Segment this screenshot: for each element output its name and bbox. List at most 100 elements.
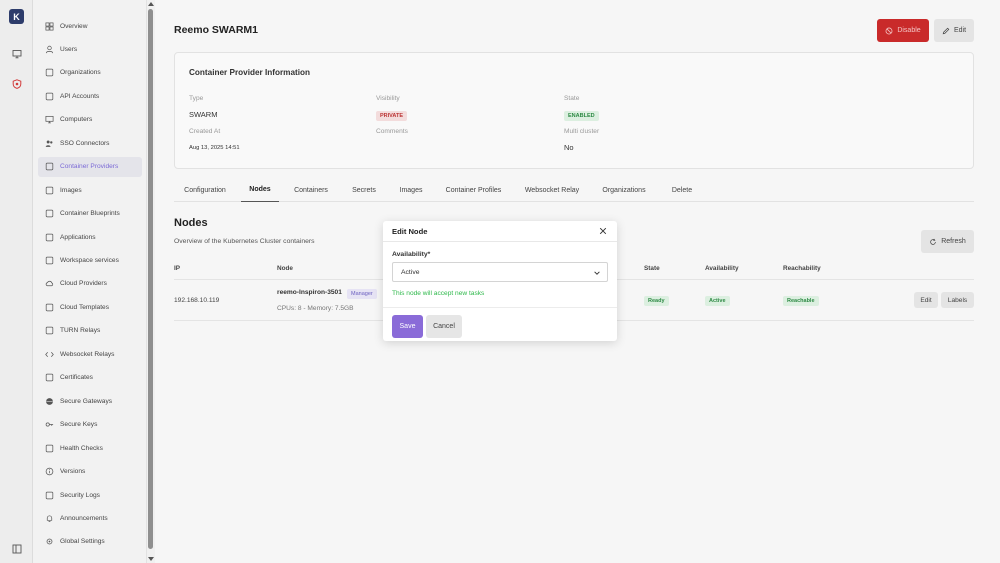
building-icon: [44, 68, 54, 78]
sidebar-item-health-checks[interactable]: Health Checks: [38, 438, 142, 458]
sidebar-item-label: Computers: [60, 116, 93, 124]
save-button[interactable]: Save: [392, 315, 423, 338]
type-value: SWARM: [189, 110, 218, 119]
role-badge: Manager: [347, 289, 377, 299]
card-title: Container Provider Information: [189, 68, 311, 77]
tab-images[interactable]: Images: [392, 178, 430, 202]
tab-configuration[interactable]: Configuration: [174, 178, 236, 202]
sidebar-item-api-accounts[interactable]: API Accounts: [38, 86, 142, 106]
created-label: Created At: [189, 128, 221, 135]
app-logo[interactable]: K: [9, 9, 24, 24]
row-labels-button[interactable]: Labels: [941, 292, 974, 308]
sidebar-item-announcements[interactable]: Announcements: [38, 508, 142, 528]
disable-button[interactable]: Disable: [877, 19, 929, 42]
sidebar-item-label: Container Blueprints: [60, 210, 120, 218]
sidebar-item-label: Users: [60, 45, 78, 53]
nodes-subtitle: Overview of the Kubernetes Cluster conta…: [174, 238, 315, 245]
modal-footer: Save Cancel: [383, 307, 617, 341]
sidebar-item-computers[interactable]: Computers: [38, 110, 142, 130]
sidebar-item-security-logs[interactable]: Security Logs: [38, 485, 142, 505]
globe-icon: [44, 396, 54, 406]
sidebar-item-global-settings[interactable]: Global Settings: [38, 532, 142, 552]
sidebar-item-cloud-templates[interactable]: Cloud Templates: [38, 297, 142, 317]
column-state: State: [644, 265, 660, 272]
column-ip: IP: [174, 265, 181, 272]
sidebar-scrollbar[interactable]: [147, 0, 155, 563]
sidebar-item-turn-relays[interactable]: TURN Relays: [38, 321, 142, 341]
shield-check-icon: [44, 490, 54, 500]
tab-secrets[interactable]: Secrets: [344, 178, 384, 202]
blueprint-icon: [44, 209, 54, 219]
chevron-down-icon: [594, 271, 600, 275]
app-icon: [44, 232, 54, 242]
sidebar-item-applications[interactable]: Applications: [38, 227, 142, 247]
sidebar-item-label: Applications: [60, 233, 96, 241]
sidebar-item-label: Organizations: [60, 69, 101, 77]
close-icon[interactable]: [598, 226, 608, 236]
sidebar-item-label: Cloud Providers: [60, 280, 107, 288]
sidebar-item-images[interactable]: Images: [38, 180, 142, 200]
row-edit-button[interactable]: Edit: [914, 292, 938, 308]
scrollbar-thumb[interactable]: [148, 9, 153, 549]
scroll-up-arrow-icon[interactable]: [148, 2, 154, 6]
users-icon: [44, 138, 54, 148]
app-rail: K: [0, 0, 33, 563]
health-icon: [44, 443, 54, 453]
tab-organizations[interactable]: Organizations: [594, 178, 654, 202]
multicluster-label: Multi cluster: [564, 128, 600, 135]
state-badge: Ready: [644, 296, 669, 306]
sidebar-toggle-icon[interactable]: [11, 543, 22, 554]
template-icon: [44, 302, 54, 312]
sidebar-item-label: API Accounts: [60, 92, 100, 100]
sidebar-item-sso-connectors[interactable]: SSO Connectors: [38, 133, 142, 153]
sidebar-item-cloud-providers[interactable]: Cloud Providers: [38, 274, 142, 294]
state-label: State: [564, 95, 580, 102]
refresh-button[interactable]: Refresh: [921, 230, 974, 253]
cloud-icon: [44, 279, 54, 289]
key-icon: [44, 420, 54, 430]
edit-button[interactable]: Edit: [934, 19, 974, 42]
sidebar-item-label: Global Settings: [60, 538, 105, 546]
shield-icon[interactable]: [11, 78, 22, 89]
sidebar-item-secure-gateways[interactable]: Secure Gateways: [38, 391, 142, 411]
tab-containers[interactable]: Containers: [286, 178, 336, 202]
tab-nodes[interactable]: Nodes: [241, 178, 279, 202]
sidebar-item-label: Security Logs: [60, 491, 100, 499]
availability-label: Availability*: [392, 251, 431, 258]
api-icon: [44, 91, 54, 101]
availability-badge: Active: [705, 296, 730, 306]
nodes-title: Nodes: [174, 217, 208, 229]
sidebar-item-label: Versions: [60, 468, 86, 476]
gear-icon: [44, 537, 54, 547]
page-title: Reemo SWARM1: [174, 24, 259, 36]
user-icon: [44, 44, 54, 54]
visibility-label: Visibility: [376, 95, 400, 102]
sidebar-item-websocket-relays[interactable]: Websocket Relays: [38, 344, 142, 364]
sidebar-item-label: Secure Gateways: [60, 397, 113, 405]
scroll-down-arrow-icon[interactable]: [148, 557, 154, 561]
cancel-button[interactable]: Cancel: [426, 315, 462, 338]
tab-delete[interactable]: Delete: [662, 178, 702, 202]
sidebar-item-overview[interactable]: Overview: [38, 16, 142, 36]
layers-icon: [44, 185, 54, 195]
availability-select[interactable]: Active: [392, 262, 608, 282]
column-node: Node: [277, 265, 293, 272]
sidebar-item-users[interactable]: Users: [38, 39, 142, 59]
sidebar-item-workspace-services[interactable]: Workspace services: [38, 251, 142, 271]
tab-websocket-relay[interactable]: Websocket Relay: [518, 178, 586, 202]
sidebar-item-certificates[interactable]: Certificates: [38, 368, 142, 388]
sidebar-item-label: Images: [60, 186, 82, 194]
sidebar-item-versions[interactable]: Versions: [38, 462, 142, 482]
monitor-icon[interactable]: [11, 48, 22, 59]
sidebar-item-container-providers[interactable]: Container Providers: [38, 156, 142, 177]
node-ip: 192.168.10.119: [174, 297, 220, 304]
sidebar-item-container-blueprints[interactable]: Container Blueprints: [38, 204, 142, 224]
column-availability: Availability: [705, 265, 739, 272]
comments-label: Comments: [376, 128, 408, 135]
server-icon: [44, 162, 54, 172]
node-name: reemo-Inspiron-3501: [277, 289, 342, 296]
tab-container-profiles[interactable]: Container Profiles: [437, 178, 510, 202]
sidebar-item-secure-keys[interactable]: Secure Keys: [38, 415, 142, 435]
sidebar-item-organizations[interactable]: Organizations: [38, 63, 142, 83]
bell-icon: [44, 513, 54, 523]
